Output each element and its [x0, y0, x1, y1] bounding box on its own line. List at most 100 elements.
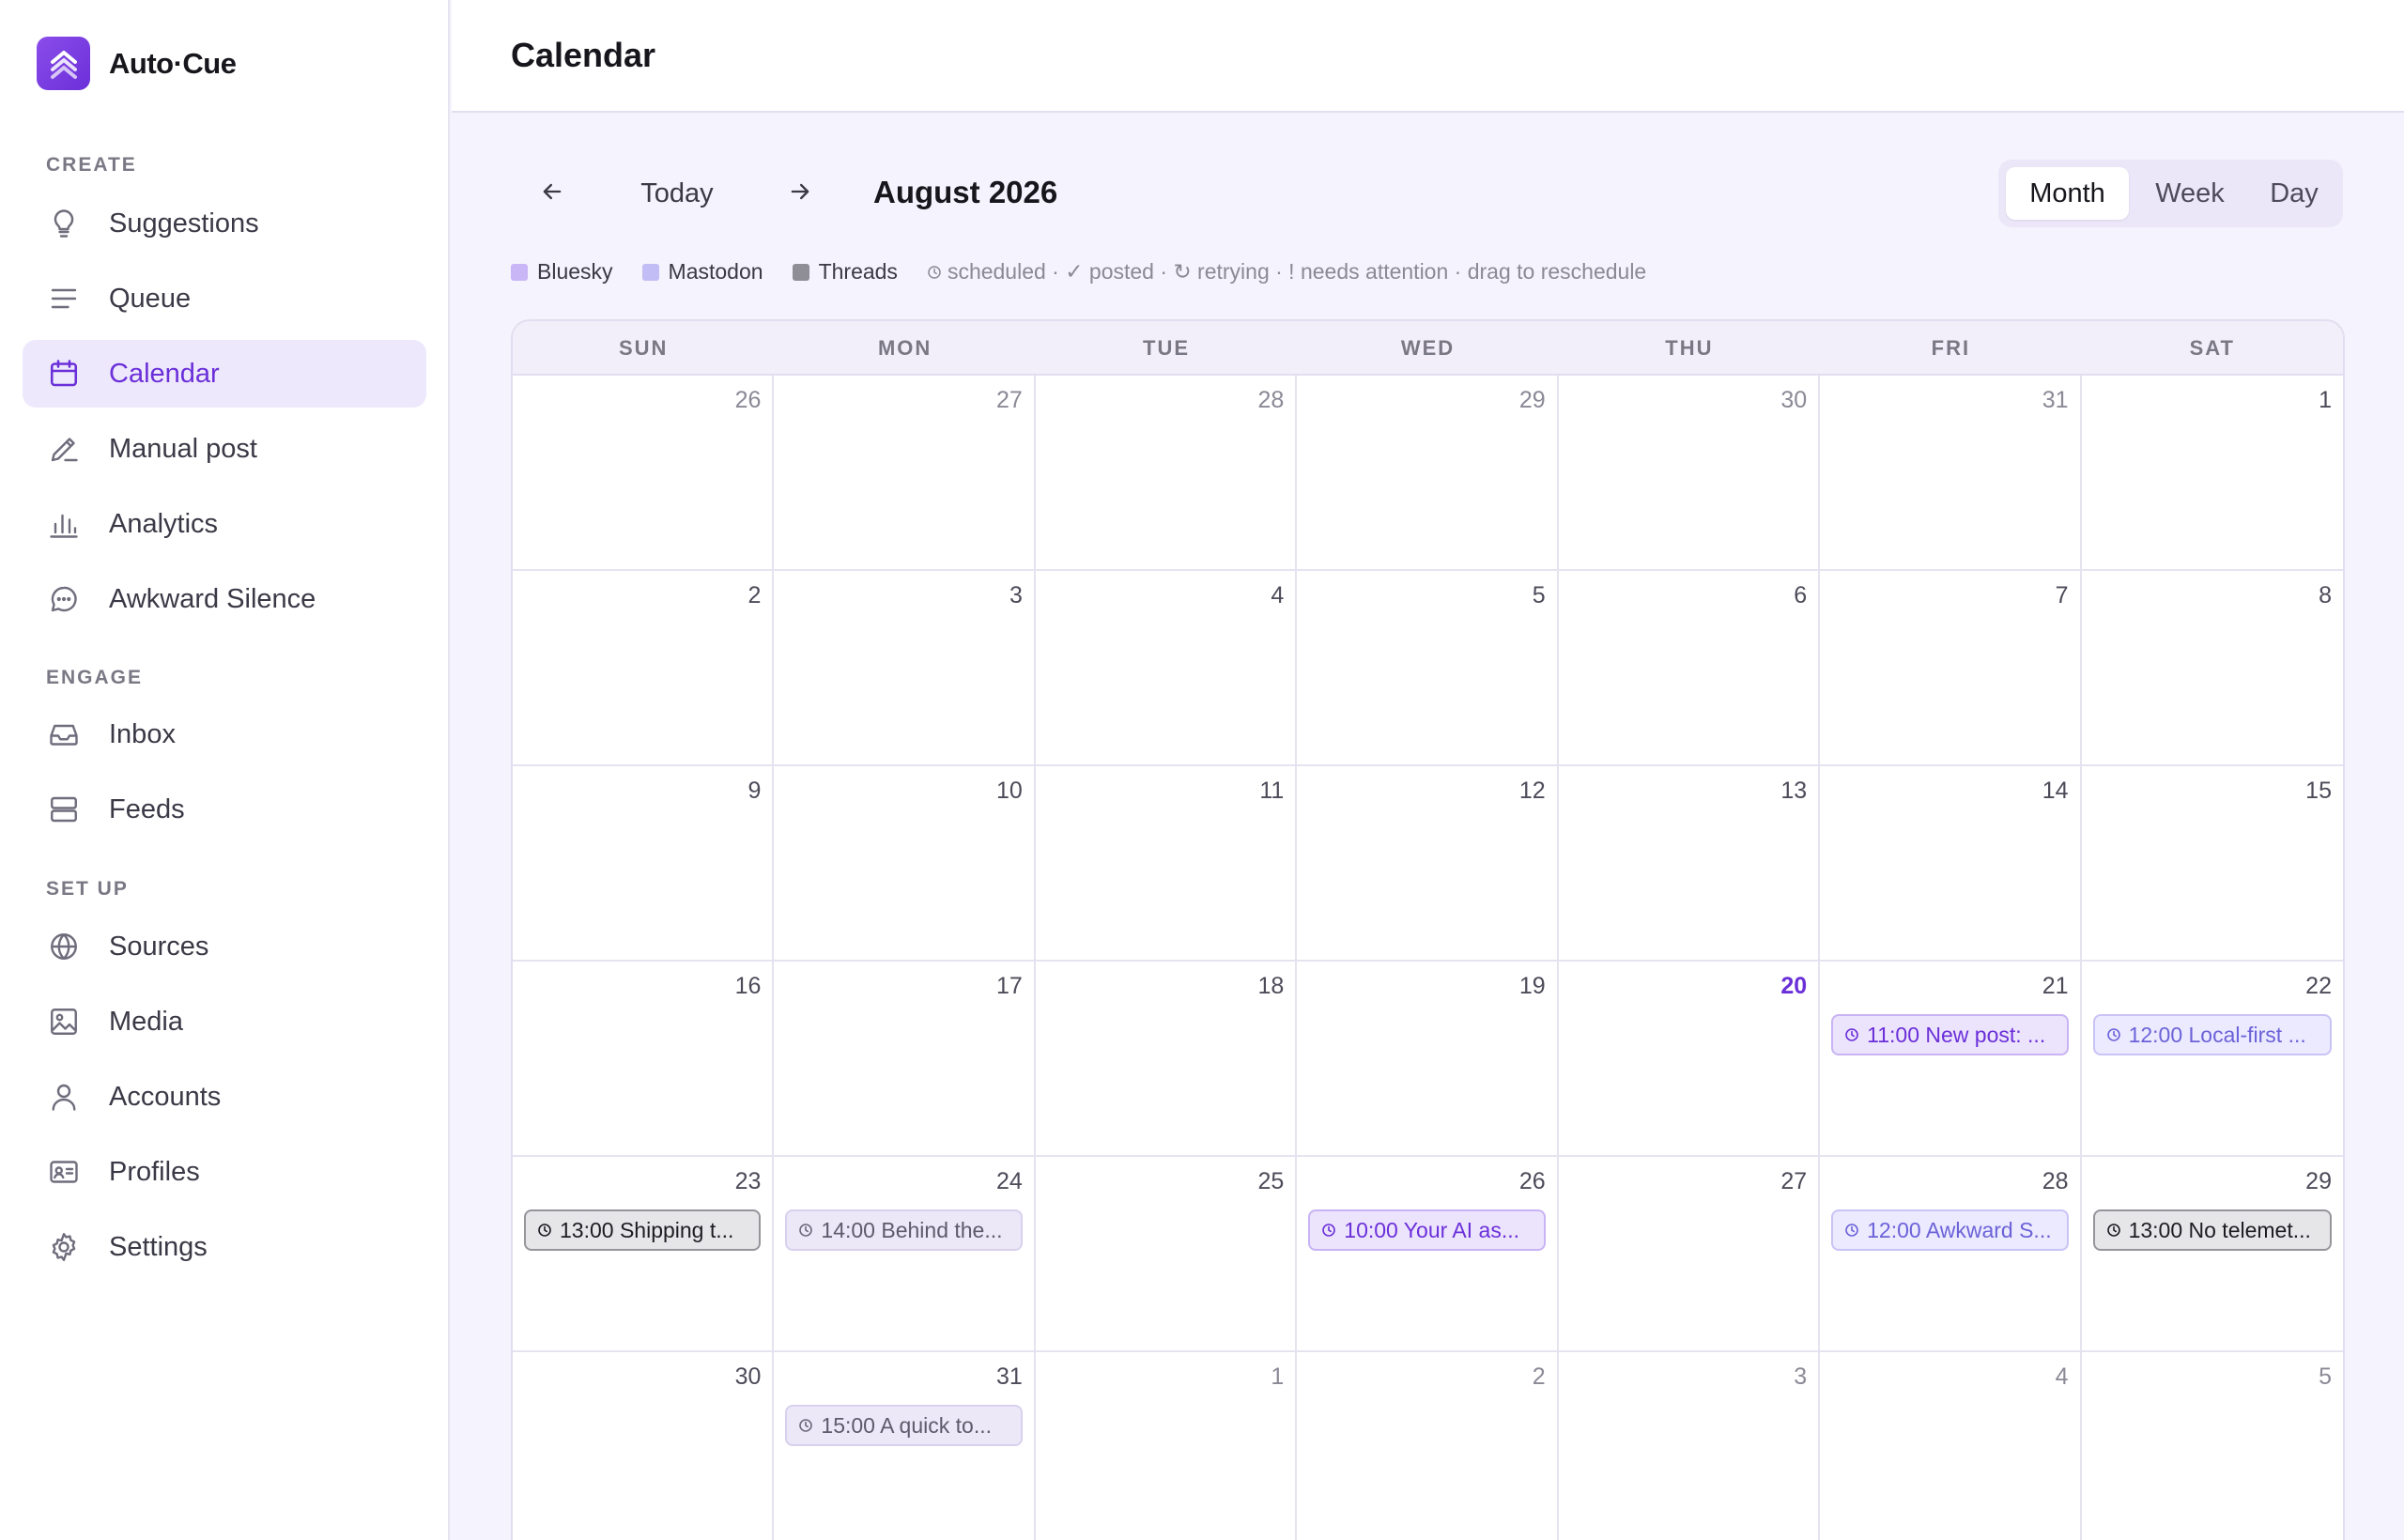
sidebar-item-feeds[interactable]: Feeds	[23, 776, 426, 843]
bar-chart-icon	[45, 505, 83, 543]
clock-icon	[1321, 1223, 1336, 1238]
calendar-day-cell[interactable]: 9	[513, 766, 775, 962]
calendar-day-cell[interactable]: 22 12:00 Local-first ...	[2081, 962, 2343, 1157]
calendar-day-cell[interactable]: 29	[1297, 376, 1559, 571]
weekday-label: TUE	[1143, 336, 1191, 360]
calendar-day-cell[interactable]: 16	[513, 962, 775, 1157]
previous-month-button[interactable]	[528, 171, 577, 216]
scheduled-post-chip[interactable]: 14:00 Behind the...	[785, 1209, 1023, 1251]
calendar-day-cell[interactable]: 21 11:00 New post: ...	[1820, 962, 2082, 1157]
legend-item-threads: Threads	[792, 259, 898, 285]
calendar-day-cell[interactable]: 3	[1559, 1352, 1821, 1540]
status-legend: scheduled · ✓ posted · ↻ retrying · ! ne…	[927, 259, 1646, 285]
section-label-create: CREATE	[46, 154, 137, 176]
day-number: 20	[1780, 973, 1808, 999]
calendar-day-cell[interactable]: 4	[1820, 1352, 2082, 1540]
calendar-day-cell[interactable]: 12	[1297, 766, 1559, 962]
calendar-day-cell[interactable]: 28	[1035, 376, 1298, 571]
calendar-day-cell[interactable]: 6	[1558, 571, 1821, 766]
sidebar-item-settings[interactable]: Settings	[23, 1213, 426, 1281]
calendar-day-cell[interactable]: 25	[1035, 1157, 1298, 1352]
calendar-day-cell[interactable]: 29 13:00 No telemet...	[2081, 1157, 2343, 1352]
day-number: 2	[747, 582, 762, 608]
calendar-day-cell[interactable]: 28 12:00 Awkward S...	[1820, 1157, 2082, 1352]
sidebar-item-accounts[interactable]: Accounts	[23, 1063, 426, 1131]
sidebar-item-manual-post[interactable]: Manual post	[23, 415, 426, 483]
calendar-day-cell[interactable]: 14	[1820, 766, 2082, 962]
image-icon	[45, 1003, 83, 1040]
scheduled-post-chip[interactable]: 10:00 Your AI as...	[1308, 1209, 1546, 1251]
today-button[interactable]: Today	[622, 171, 732, 216]
calendar-day-cell[interactable]: 11	[1035, 766, 1298, 962]
day-number: 18	[1257, 973, 1285, 999]
sidebar-item-sources[interactable]: Sources	[23, 913, 426, 980]
calendar-day-cell[interactable]: 24 14:00 Behind the...	[774, 1157, 1036, 1352]
sidebar-item-inbox[interactable]: Inbox	[23, 701, 426, 768]
clock-icon	[927, 265, 942, 280]
id-card-icon	[45, 1153, 83, 1191]
calendar-day-cell[interactable]: 1	[1036, 1352, 1298, 1540]
sidebar-item-media[interactable]: Media	[23, 988, 426, 1055]
calendar-day-cell[interactable]: 30	[1558, 376, 1821, 571]
calendar-day-cell[interactable]: 8	[2081, 571, 2343, 766]
brand[interactable]: Auto·Cue	[37, 37, 237, 90]
calendar-day-cell[interactable]: 18	[1035, 962, 1298, 1157]
sidebar-item-queue[interactable]: Queue	[23, 265, 426, 332]
day-number: 3	[1794, 1363, 1808, 1390]
calendar-day-cell[interactable]: 1	[2081, 376, 2343, 571]
legend-label: Bluesky	[537, 259, 613, 284]
view-day-button[interactable]: Day	[2251, 167, 2337, 220]
day-number: 29	[1518, 387, 1546, 413]
scheduled-post-label: 12:00 Awkward S...	[1867, 1217, 2052, 1242]
sidebar-item-label: Analytics	[109, 508, 219, 539]
calendar-day-cell[interactable]: 4	[1035, 571, 1298, 766]
day-number: 3	[1009, 582, 1023, 608]
calendar-day-cell[interactable]: 27	[774, 376, 1036, 571]
month-calendar: SUN MON TUE WED THU FRI SAT 26 27 28 29 30 31 1 2 3 4 5 6…	[511, 319, 2345, 1540]
day-number: 21	[2042, 973, 2069, 999]
weekday-label: SAT	[2189, 336, 2235, 360]
day-number: 6	[1794, 582, 1808, 608]
scheduled-post-label: 10:00 Your AI as...	[1344, 1217, 1519, 1242]
scheduled-post-chip[interactable]: 13:00 No telemet...	[2092, 1209, 2332, 1251]
section-label-setup: SET UP	[46, 878, 129, 900]
calendar-day-cell[interactable]: 30	[513, 1352, 775, 1540]
weekday-label: FRI	[1931, 336, 1971, 360]
day-number: 11	[1259, 778, 1285, 804]
calendar-day-cell[interactable]: 31	[1820, 376, 2082, 571]
legend-swatch	[511, 263, 528, 281]
calendar-day-cell[interactable]: 5	[2082, 1352, 2343, 1540]
next-month-button[interactable]	[776, 171, 824, 216]
scheduled-post-chip[interactable]: 12:00 Awkward S...	[1831, 1209, 2069, 1251]
sidebar-item-calendar[interactable]: Calendar	[23, 340, 426, 408]
calendar-day-cell[interactable]: 2	[1297, 1352, 1559, 1540]
calendar-day-cell[interactable]: 2	[513, 571, 775, 766]
calendar-day-cell[interactable]: 27	[1558, 1157, 1821, 1352]
sidebar-item-awkward-silence[interactable]: Awkward Silence	[23, 565, 426, 633]
calendar-day-cell[interactable]: 31 15:00 A quick to...	[774, 1352, 1036, 1540]
calendar-day-cell[interactable]: 15	[2081, 766, 2343, 962]
calendar-day-cell[interactable]: 13	[1558, 766, 1821, 962]
calendar-day-cell[interactable]: 10	[774, 766, 1036, 962]
sidebar-item-profiles[interactable]: Profiles	[23, 1138, 426, 1206]
scheduled-post-chip[interactable]: 11:00 New post: ...	[1831, 1014, 2069, 1055]
calendar-day-cell[interactable]: 19	[1297, 962, 1559, 1157]
sidebar-item-suggestions[interactable]: Suggestions	[23, 190, 426, 257]
calendar-day-cell[interactable]: 26	[513, 376, 775, 571]
user-icon	[45, 1078, 83, 1116]
day-number: 31	[2042, 387, 2069, 413]
calendar-day-cell[interactable]: 3	[774, 571, 1036, 766]
calendar-day-cell[interactable]: 26 10:00 Your AI as...	[1297, 1157, 1559, 1352]
calendar-day-cell-today[interactable]: 20	[1558, 962, 1821, 1157]
view-week-button[interactable]: Week	[2133, 167, 2247, 220]
scheduled-post-label: 11:00 New post: ...	[1867, 1022, 2046, 1047]
sidebar-item-analytics[interactable]: Analytics	[23, 490, 426, 558]
calendar-day-cell[interactable]: 23 13:00 Shipping t...	[513, 1157, 775, 1352]
scheduled-post-chip[interactable]: 13:00 Shipping t...	[524, 1209, 762, 1251]
scheduled-post-chip[interactable]: 15:00 A quick to...	[785, 1405, 1023, 1446]
view-month-button[interactable]: Month	[2006, 167, 2129, 220]
scheduled-post-chip[interactable]: 12:00 Local-first ...	[2092, 1014, 2332, 1055]
calendar-day-cell[interactable]: 7	[1820, 571, 2082, 766]
calendar-day-cell[interactable]: 5	[1297, 571, 1559, 766]
calendar-day-cell[interactable]: 17	[774, 962, 1036, 1157]
